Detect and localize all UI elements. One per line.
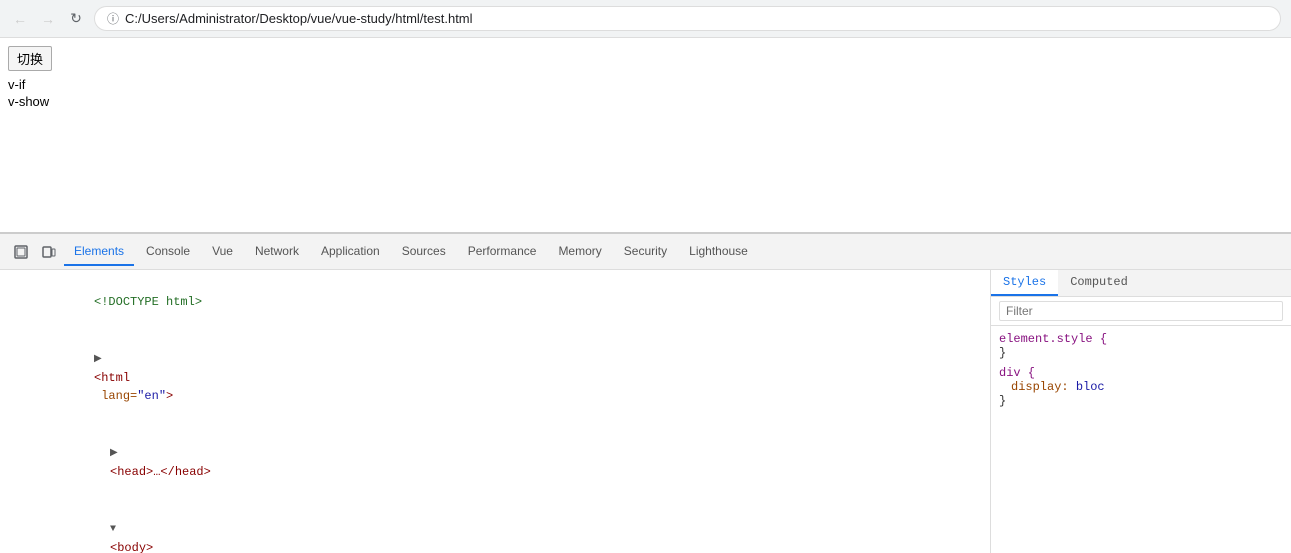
styles-filter-input[interactable] xyxy=(999,301,1283,321)
tab-elements[interactable]: Elements xyxy=(64,238,134,266)
dom-line: ▶ <head>…</head> xyxy=(0,424,990,500)
tab-sources[interactable]: Sources xyxy=(392,238,456,266)
tab-network[interactable]: Network xyxy=(245,238,309,266)
tab-security[interactable]: Security xyxy=(614,238,677,266)
inspect-element-button[interactable] xyxy=(8,239,34,265)
browser-toolbar: ← → ↻ ⓘ C:/Users/Administrator/Desktop/v… xyxy=(0,0,1291,38)
switch-button[interactable]: 切换 xyxy=(8,46,52,71)
devtools-panel: Elements Console Vue Network Application… xyxy=(0,233,1291,553)
styles-tab-computed[interactable]: Computed xyxy=(1058,270,1140,296)
url-text: C:/Users/Administrator/Desktop/vue/vue-s… xyxy=(125,11,473,26)
tab-memory[interactable]: Memory xyxy=(548,238,611,266)
styles-tab-styles[interactable]: Styles xyxy=(991,270,1058,296)
page-content: 切换 v-if v-show xyxy=(0,38,1291,233)
dom-panel[interactable]: <!DOCTYPE html> ▶ <html lang="en"> ▶ <he… xyxy=(0,270,991,553)
style-rule-element: element.style { } xyxy=(999,332,1283,360)
styles-panel: Styles Computed element.style { } div { … xyxy=(991,270,1291,553)
styles-filter xyxy=(991,297,1291,326)
dom-line: <!DOCTYPE html> xyxy=(0,274,990,330)
tab-application[interactable]: Application xyxy=(311,238,390,266)
tab-lighthouse[interactable]: Lighthouse xyxy=(679,238,758,266)
dom-line: ▶ <html lang="en"> xyxy=(0,330,990,424)
devtools-main: <!DOCTYPE html> ▶ <html lang="en"> ▶ <he… xyxy=(0,270,1291,553)
tab-console[interactable]: Console xyxy=(136,238,200,266)
lock-icon: ⓘ xyxy=(107,10,119,27)
address-bar[interactable]: ⓘ C:/Users/Administrator/Desktop/vue/vue… xyxy=(94,6,1281,31)
refresh-button[interactable]: ↻ xyxy=(66,9,86,29)
dom-line: ▼ <body> xyxy=(0,500,990,553)
tab-performance[interactable]: Performance xyxy=(458,238,547,266)
styles-tabs: Styles Computed xyxy=(991,270,1291,297)
devtools-toolbar: Elements Console Vue Network Application… xyxy=(0,234,1291,270)
v-show-text: v-show xyxy=(8,94,1283,109)
v-if-text: v-if xyxy=(8,77,1283,92)
forward-button[interactable]: → xyxy=(38,9,58,29)
back-button[interactable]: ← xyxy=(10,9,30,29)
styles-content: element.style { } div { display: bloc } xyxy=(991,326,1291,420)
tab-vue[interactable]: Vue xyxy=(202,238,243,266)
style-rule-div: div { display: bloc } xyxy=(999,366,1283,408)
device-toolbar-button[interactable] xyxy=(36,239,62,265)
